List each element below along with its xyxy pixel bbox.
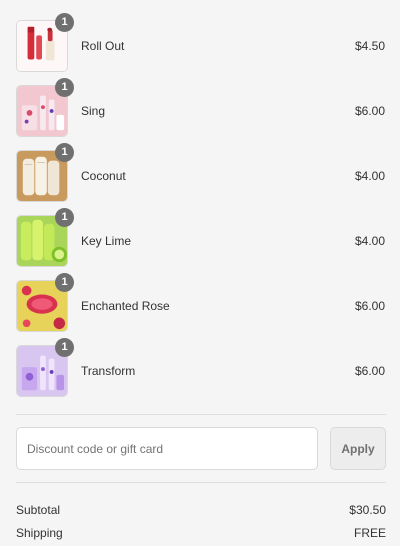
line-item: 1 Key Lime $4.00	[0, 208, 400, 274]
product-name: Coconut	[81, 169, 126, 183]
product-name: Sing	[81, 104, 106, 118]
quantity-badge: 1	[55, 143, 74, 162]
quantity-badge: 1	[55, 78, 74, 97]
subtotal-row: Subtotal $30.50	[16, 503, 386, 519]
product-price: $6.00	[354, 364, 385, 378]
product-price: $4.00	[354, 234, 385, 248]
product-name: Enchanted Rose	[81, 299, 170, 313]
line-item: 1 Coconut $4.00	[0, 143, 400, 209]
line-item: 1 Enchanted Rose $6.00	[0, 273, 400, 339]
order-items-list: 1 Roll Out $4.50 1 Sing $6.00 1 Coconut …	[0, 13, 400, 404]
line-item: 1 Roll Out $4.50	[0, 13, 400, 79]
shipping-row: Shipping FREE	[16, 526, 386, 542]
product-name: Roll Out	[81, 39, 125, 53]
product-price: $6.00	[354, 299, 385, 313]
product-price: $4.00	[354, 169, 385, 183]
shipping-value: FREE	[353, 526, 386, 540]
discount-divider	[16, 482, 386, 483]
line-item: 1 Transform $6.00	[0, 338, 400, 404]
quantity-badge: 1	[55, 338, 74, 357]
quantity-badge: 1	[55, 273, 74, 292]
subtotal-value: $30.50	[349, 503, 386, 517]
shipping-label: Shipping	[16, 526, 63, 540]
subtotal-label: Subtotal	[16, 503, 61, 517]
product-name: Key Lime	[81, 234, 132, 248]
product-name: Transform	[81, 364, 136, 378]
line-item: 1 Sing $6.00	[0, 78, 400, 144]
discount-code-input[interactable]	[16, 427, 318, 470]
product-price: $4.50	[354, 39, 385, 53]
product-price: $6.00	[354, 104, 385, 118]
quantity-badge: 1	[55, 13, 74, 32]
items-divider	[16, 414, 386, 415]
apply-discount-button[interactable]: Apply	[330, 427, 386, 470]
quantity-badge: 1	[55, 208, 74, 227]
